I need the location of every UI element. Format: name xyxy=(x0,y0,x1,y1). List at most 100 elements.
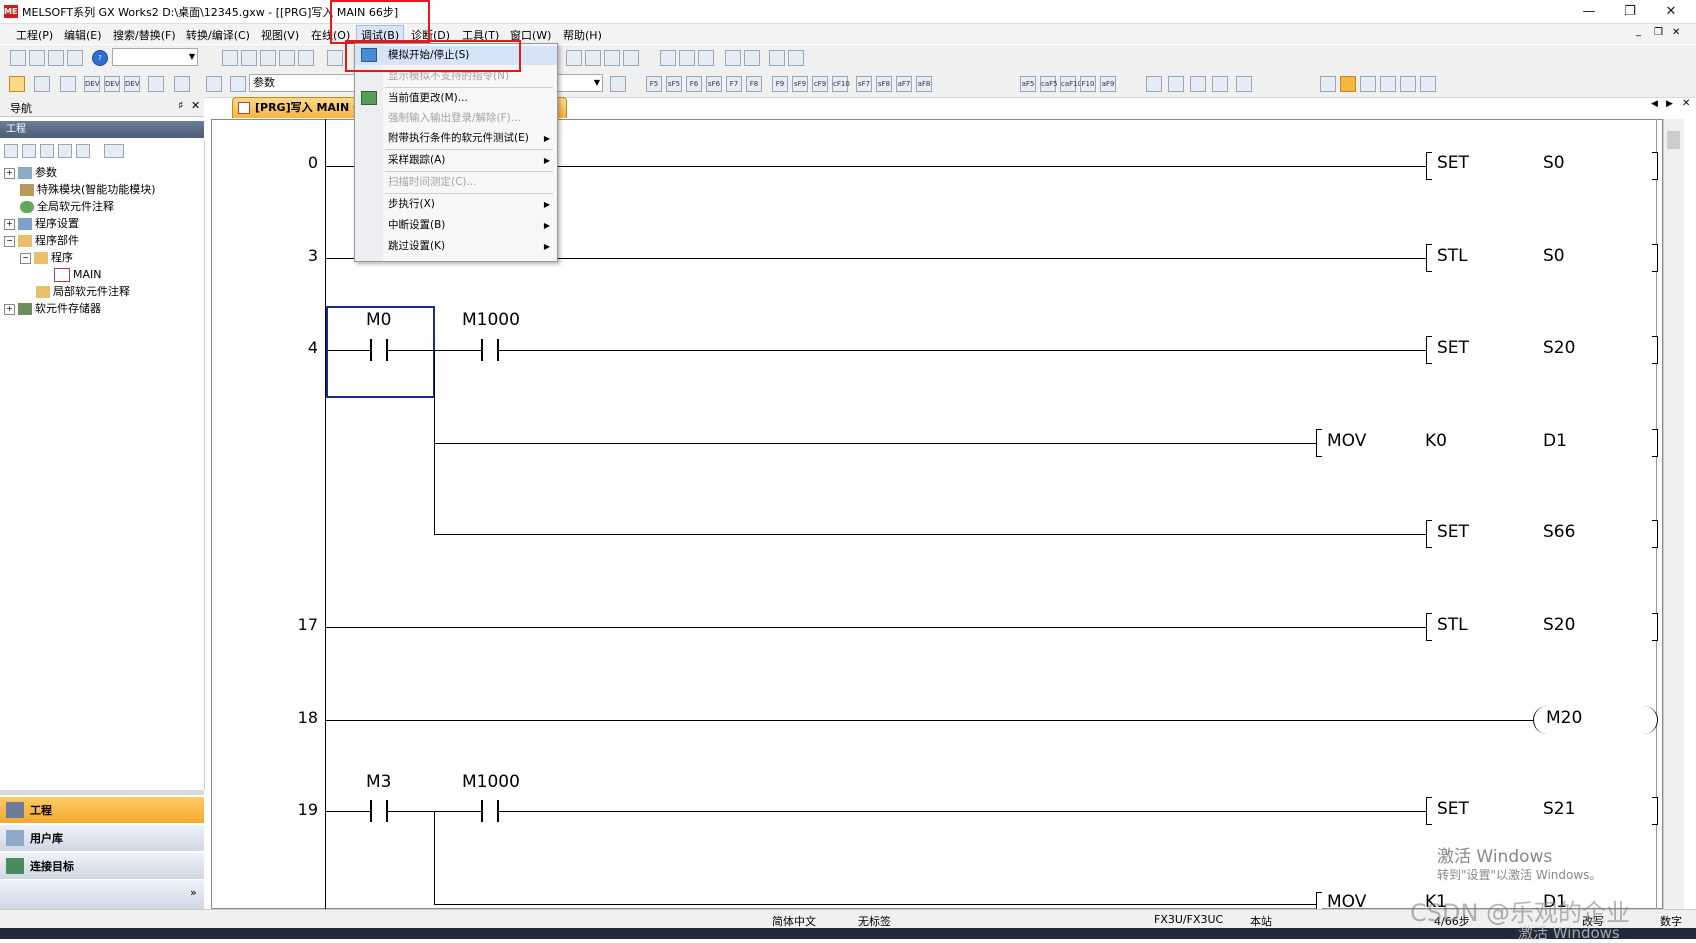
af5-invert-icon[interactable]: aF5 xyxy=(1020,76,1036,92)
page-icon[interactable] xyxy=(610,76,626,92)
toolbar-combo-1[interactable]: ▼ xyxy=(112,48,198,66)
coil-label[interactable]: M20 xyxy=(1546,708,1582,728)
statement-icon[interactable] xyxy=(1236,76,1252,92)
image-icon[interactable] xyxy=(1400,76,1416,92)
normally-open-contact[interactable] xyxy=(481,800,499,822)
collapse-icon[interactable]: − xyxy=(20,252,31,264)
nav-button-overflow[interactable]: » xyxy=(0,880,204,909)
active-mode-icon[interactable] xyxy=(1340,76,1356,92)
doc-close-button[interactable]: ✕ xyxy=(1672,27,1680,38)
help-icon[interactable]: ? xyxy=(92,50,108,66)
tree-item-parameter[interactable]: + 参数 xyxy=(4,164,57,181)
list-icon[interactable] xyxy=(60,76,76,92)
expand-icon[interactable]: + xyxy=(4,218,15,230)
open-file-icon[interactable] xyxy=(29,50,45,66)
new-file-icon[interactable] xyxy=(10,50,26,66)
f9-hline-icon[interactable]: F9 xyxy=(772,76,788,92)
tree-copy-icon[interactable] xyxy=(22,144,36,158)
instruction-name[interactable]: SET xyxy=(1437,153,1469,173)
tree-property-icon[interactable] xyxy=(58,144,72,158)
vertical-scrollbar[interactable] xyxy=(1663,119,1684,909)
tree-item-program-setting[interactable]: + 程序设置 xyxy=(4,215,79,232)
menu-help[interactable]: 帮助(H) xyxy=(561,27,604,43)
f10-line-icon[interactable]: F10 xyxy=(1080,76,1096,92)
module-icon[interactable] xyxy=(34,76,50,92)
tree-item-program[interactable]: − 程序 xyxy=(20,249,73,266)
navigation-toggle-icon[interactable] xyxy=(9,76,25,92)
menu-convert-compile[interactable]: 转换/编译(C) xyxy=(184,27,252,43)
instruction-name[interactable]: STL xyxy=(1437,615,1468,635)
instruction-name[interactable]: SET xyxy=(1437,338,1469,358)
instruction-name[interactable]: SET xyxy=(1437,522,1469,542)
sf5-parallel-contact-icon[interactable]: sF5 xyxy=(666,76,682,92)
ladder-contact-icon[interactable] xyxy=(660,50,676,66)
instruction-name[interactable]: MOV xyxy=(1327,431,1366,451)
find-icon[interactable] xyxy=(769,50,785,66)
instruction-operand[interactable]: S0 xyxy=(1543,246,1565,266)
read-plc-icon[interactable] xyxy=(327,50,343,66)
instruction-name[interactable]: SET xyxy=(1437,799,1469,819)
disabled-tool-icon[interactable] xyxy=(206,76,222,92)
tree-filter-icon[interactable] xyxy=(104,144,124,158)
menu-item-skip-setting[interactable]: 跳过设置(K) ▶ xyxy=(355,237,557,256)
watch-icon[interactable] xyxy=(148,76,164,92)
menu-item-break-setting[interactable]: 中断设置(B) ▶ xyxy=(355,216,557,235)
comment-icon[interactable] xyxy=(1212,76,1228,92)
tree-item-device-memory[interactable]: + 软元件存储器 xyxy=(4,300,101,317)
f7-coil-icon[interactable]: F7 xyxy=(726,76,742,92)
monitor-stop-icon[interactable] xyxy=(623,50,639,66)
pin-icon[interactable]: ♯ xyxy=(178,99,183,112)
nav-button-connection[interactable]: 连接目标 xyxy=(0,852,204,879)
tree-paste-icon[interactable] xyxy=(40,144,54,158)
sf7-rise-icon[interactable]: sF7 xyxy=(856,76,872,92)
zoom-icon[interactable] xyxy=(1320,76,1336,92)
contact-label[interactable]: M1000 xyxy=(462,310,520,330)
convert-online-icon[interactable] xyxy=(1190,76,1206,92)
more-icon[interactable]: » xyxy=(190,886,197,899)
cut-icon[interactable] xyxy=(222,50,238,66)
search-icon[interactable] xyxy=(1360,76,1376,92)
cf10-delete-vline-icon[interactable]: cF10 xyxy=(832,76,850,92)
menu-item-modify-value[interactable]: 当前值更改(M)... xyxy=(355,89,557,108)
expand-icon[interactable]: + xyxy=(4,303,15,315)
write-plc-icon[interactable] xyxy=(566,50,582,66)
close-button[interactable]: ✕ xyxy=(1648,2,1694,21)
menu-search-replace[interactable]: 搜索/替换(F) xyxy=(111,27,178,43)
tree-item-main[interactable]: MAIN xyxy=(54,266,102,283)
display-option-icon[interactable] xyxy=(174,76,190,92)
redo-icon[interactable] xyxy=(298,50,314,66)
device-icon[interactable]: DEV xyxy=(84,76,100,92)
ladder-delete-icon[interactable] xyxy=(725,50,741,66)
selected-cell-cursor[interactable] xyxy=(326,306,435,398)
monitor-icon[interactable] xyxy=(604,50,620,66)
cross-ref-icon[interactable] xyxy=(1380,76,1396,92)
instruction-operand[interactable]: S66 xyxy=(1543,522,1575,542)
contact-label[interactable]: M3 xyxy=(366,772,391,792)
tree-new-icon[interactable] xyxy=(4,144,18,158)
contact-label[interactable]: M1000 xyxy=(462,772,520,792)
instruction-operand[interactable]: S20 xyxy=(1543,615,1575,635)
device-reg-icon[interactable]: DEV xyxy=(124,76,140,92)
minimize-button[interactable]: — xyxy=(1566,2,1612,21)
menu-view[interactable]: 视图(V) xyxy=(259,27,301,43)
af7-rise-parallel-icon[interactable]: aF7 xyxy=(896,76,912,92)
caf5-op-icon[interactable]: caF5 xyxy=(1040,76,1058,92)
magnifier-icon[interactable] xyxy=(1420,76,1436,92)
normally-open-contact[interactable] xyxy=(481,339,499,361)
tab-close-icon[interactable]: ✕ xyxy=(1682,98,1690,109)
menu-item-sampling-trace[interactable]: 采样跟踪(A) ▶ xyxy=(355,151,557,170)
tree-item-program-parts[interactable]: − 程序部件 xyxy=(4,232,79,249)
tree-item-special-module[interactable]: 特殊模块(智能功能模块) xyxy=(20,181,156,198)
convert-icon[interactable] xyxy=(1146,76,1162,92)
instruction-operand[interactable]: D1 xyxy=(1543,431,1567,451)
panel-close-icon[interactable]: ✕ xyxy=(191,99,200,112)
nav-button-user-library[interactable]: 用户库 xyxy=(0,824,204,851)
scrollbar-thumb[interactable] xyxy=(1667,131,1680,149)
restore-button[interactable]: ❐ xyxy=(1607,2,1653,21)
menu-item-scan-time[interactable]: 扫描时间测定(C)... xyxy=(355,173,557,192)
af9-delete-icon[interactable]: aF9 xyxy=(1100,76,1116,92)
ladder-coil-icon[interactable] xyxy=(679,50,695,66)
copy-icon[interactable] xyxy=(241,50,257,66)
device-batch-icon[interactable]: DEV xyxy=(104,76,120,92)
convert-all-icon[interactable] xyxy=(1168,76,1184,92)
